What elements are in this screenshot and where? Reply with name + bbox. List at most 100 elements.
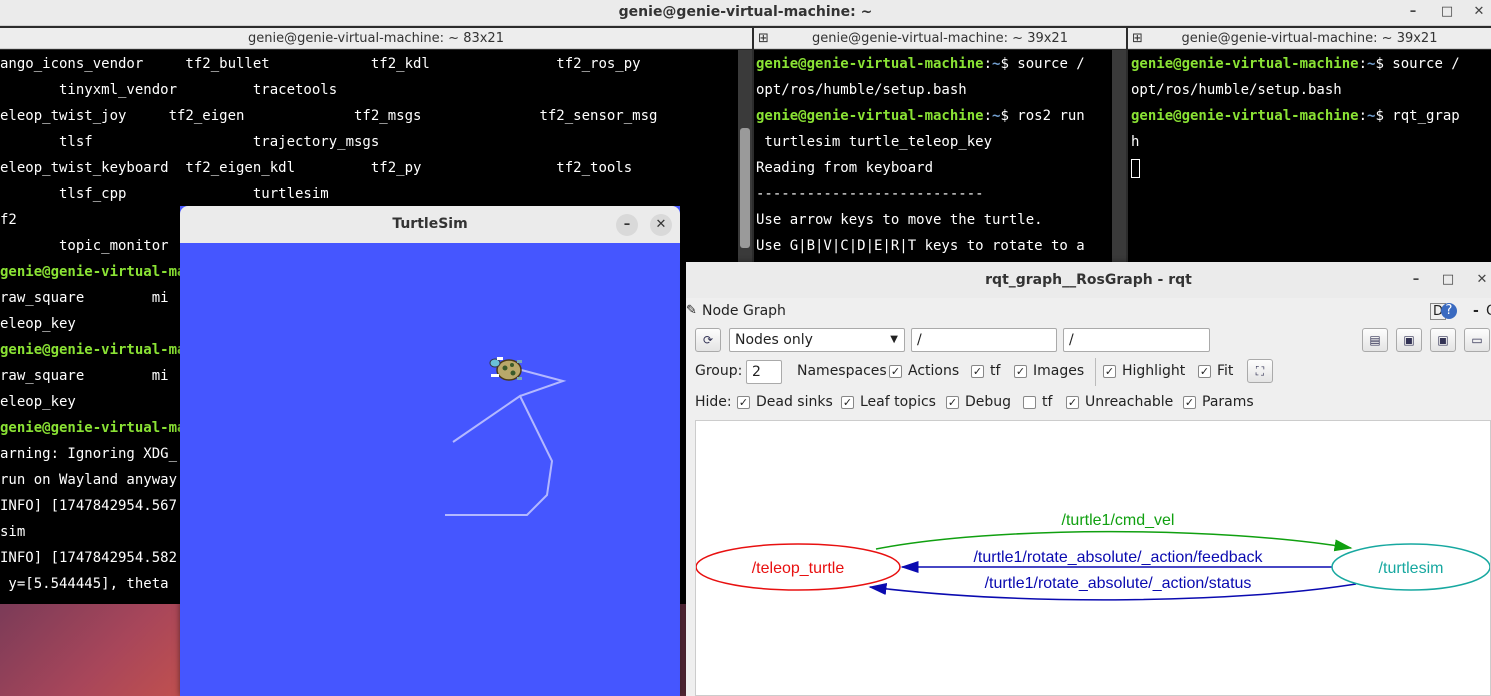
- plugin-drag-icon[interactable]: ✎: [686, 303, 697, 318]
- terminal-line: Use G|B|V|C|D|E|R|T keys to rotate to a: [756, 238, 1085, 254]
- close-button[interactable]: ✕: [650, 214, 672, 236]
- turtle-icon: [489, 357, 522, 381]
- turtlesim-title: TurtleSim: [392, 216, 468, 232]
- terminal-prompt: genie@genie-virtual-ma: [0, 264, 186, 280]
- chevron-down-icon: ▼: [890, 334, 898, 345]
- terminal-line: raw_square mi: [0, 368, 169, 384]
- images-label: Images: [1033, 363, 1085, 379]
- desktop-background: [0, 600, 180, 696]
- minimize-button[interactable]: –: [616, 214, 638, 236]
- highlight-checkbox[interactable]: ✓: [1103, 365, 1116, 378]
- graph-canvas[interactable]: /teleop_turtle /turtlesim /turtle1/cmd_v…: [695, 420, 1491, 696]
- edge-cmd-vel[interactable]: [875, 530, 1353, 552]
- terminal-line: opt/ros/humble/setup.bash: [1131, 82, 1342, 98]
- tf-checkbox[interactable]: ✓: [971, 365, 984, 378]
- terminal-line: opt/ros/humble/setup.bash: [756, 82, 967, 98]
- minimize-button[interactable]: –: [1402, 2, 1424, 22]
- pane-menu-icon[interactable]: ⊞: [1132, 28, 1143, 49]
- terminal-line: raw_square mi: [0, 290, 169, 306]
- divider: [1095, 358, 1096, 386]
- terminal-line: eleop_key: [0, 394, 76, 410]
- terminal-line: genie@genie-virtual-machine:~$ source /: [756, 56, 1085, 72]
- debug-checkbox[interactable]: ✓: [946, 396, 959, 409]
- group-spinbox[interactable]: 2: [746, 360, 782, 384]
- unreachable-checkbox[interactable]: ✓: [1066, 396, 1079, 409]
- turtlesim-titlebar[interactable]: TurtleSim – ✕: [180, 206, 680, 243]
- terminal-line: ---------------------------: [756, 186, 984, 202]
- terminal-line: eleop_twist_keyboard tf2_eigen_kdl tf2_p…: [0, 160, 633, 176]
- leaf-topics-checkbox[interactable]: ✓: [841, 396, 854, 409]
- minimize-button[interactable]: –: [1405, 270, 1427, 290]
- save-svg-button[interactable]: ▣: [1430, 328, 1456, 352]
- rqt-titlebar[interactable]: rqt_graph__RosGraph - rqt – □ ✕: [686, 262, 1491, 298]
- refresh-icon: ⟳: [702, 333, 714, 347]
- fit-in-view-button[interactable]: ⛶: [1247, 359, 1273, 383]
- terminal-prompt: genie@genie-virtual-ma: [0, 420, 186, 436]
- terminal-line: eleop_twist_joy tf2_eigen tf2_msgs tf2_s…: [0, 108, 658, 124]
- save-image-button[interactable]: ▭: [1464, 328, 1490, 352]
- tf-label: tf: [990, 363, 1001, 379]
- pane-1-title[interactable]: genie@genie-virtual-machine: ~ 83x21: [0, 28, 752, 49]
- terminal-titlebar: genie@genie-virtual-machine: ~ – □ ✕: [0, 0, 1491, 26]
- help-icon[interactable]: ?: [1441, 303, 1457, 319]
- highlight-label: Highlight: [1122, 363, 1186, 379]
- terminal-line: turtlesim turtle_teleop_key: [756, 134, 993, 150]
- actions-label: Actions: [908, 363, 960, 379]
- pane-2-title[interactable]: ⊞ genie@genie-virtual-machine: ~ 39x21: [754, 28, 1126, 49]
- ros-graph[interactable]: /teleop_turtle /turtlesim /turtle1/cmd_v…: [695, 421, 1491, 695]
- close-button[interactable]: ✕: [1471, 270, 1491, 290]
- terminal-title: genie@genie-virtual-machine: ~: [618, 4, 873, 20]
- terminal-line: ango_icons_vendor tf2_bullet tf2_kdl tf2…: [0, 56, 641, 72]
- terminal-line: tlsf trajectory_msgs: [0, 134, 380, 150]
- scrollbar-thumb[interactable]: [740, 128, 750, 248]
- namespace-filter-input[interactable]: /: [911, 328, 1057, 352]
- terminal-cursor: [1131, 155, 1140, 181]
- turtlesim-canvas: [445, 357, 567, 516]
- edge-status-label: /turtle1/rotate_absolute/_action/status: [985, 575, 1252, 592]
- group-label: Group:: [695, 363, 743, 379]
- plugin-minimize-button[interactable]: -: [1473, 303, 1479, 319]
- images-checkbox[interactable]: ✓: [1014, 365, 1027, 378]
- plugin-close-button[interactable]: O: [1486, 303, 1491, 319]
- dead-sinks-label: Dead sinks: [756, 394, 833, 410]
- graph-mode-value: Nodes only: [735, 332, 813, 348]
- node-turtlesim-label: /turtlesim: [1379, 560, 1444, 577]
- close-button[interactable]: ✕: [1468, 2, 1490, 22]
- hide-tf-checkbox[interactable]: [1023, 396, 1036, 409]
- save-icon: ▣: [1403, 333, 1415, 347]
- turtlesim-window[interactable]: TurtleSim – ✕: [180, 206, 680, 696]
- dead-sinks-checkbox[interactable]: ✓: [737, 396, 750, 409]
- namespaces-label: Namespaces: [797, 363, 887, 379]
- terminal-line: Use arrow keys to move the turtle.: [756, 212, 1043, 228]
- load-dot-button[interactable]: ▤: [1362, 328, 1388, 352]
- maximize-button[interactable]: □: [1437, 270, 1459, 290]
- terminal-line: run on Wayland anyway: [0, 472, 178, 488]
- open-file-icon: ▤: [1369, 333, 1381, 347]
- terminal-prompt: genie@genie-virtual-ma: [0, 342, 186, 358]
- terminal-line: y=[5.544445], theta: [0, 576, 169, 592]
- maximize-button[interactable]: □: [1436, 2, 1458, 22]
- turtle-path: [445, 366, 567, 516]
- params-checkbox[interactable]: ✓: [1183, 396, 1196, 409]
- pane-3-title[interactable]: ⊞ genie@genie-virtual-machine: ~ 39x21: [1128, 28, 1491, 49]
- pane-menu-icon[interactable]: ⊞: [758, 28, 769, 49]
- save-svg-icon: ▣: [1437, 333, 1449, 347]
- pane-2-title-text: genie@genie-virtual-machine: ~ 39x21: [812, 31, 1068, 46]
- terminal-line: genie@genie-virtual-machine:~$ source /: [1131, 56, 1460, 72]
- pane-3-title-text: genie@genie-virtual-machine: ~ 39x21: [1181, 31, 1438, 46]
- node-teleop-label: /teleop_turtle: [752, 560, 845, 577]
- refresh-button[interactable]: ⟳: [695, 328, 721, 352]
- save-dot-button[interactable]: ▣: [1396, 328, 1422, 352]
- topic-filter-input[interactable]: /: [1063, 328, 1210, 352]
- terminal-line: genie@genie-virtual-machine:~$ rqt_grap: [1131, 108, 1460, 124]
- rqt-title: rqt_graph__RosGraph - rqt: [985, 272, 1192, 288]
- rqt-window[interactable]: rqt_graph__RosGraph - rqt – □ ✕ ✎ Node G…: [686, 262, 1491, 696]
- image-icon: ▭: [1471, 333, 1483, 347]
- actions-checkbox[interactable]: ✓: [889, 365, 902, 378]
- graph-mode-select[interactable]: Nodes only ▼: [729, 328, 905, 352]
- terminal-line: INFO] [1747842954.582: [0, 550, 178, 566]
- edge-cmd-vel-label: /turtle1/cmd_vel: [1062, 512, 1175, 529]
- terminal-line: Reading from keyboard: [756, 160, 934, 176]
- fit-checkbox[interactable]: ✓: [1198, 365, 1211, 378]
- fit-label: Fit: [1217, 363, 1234, 379]
